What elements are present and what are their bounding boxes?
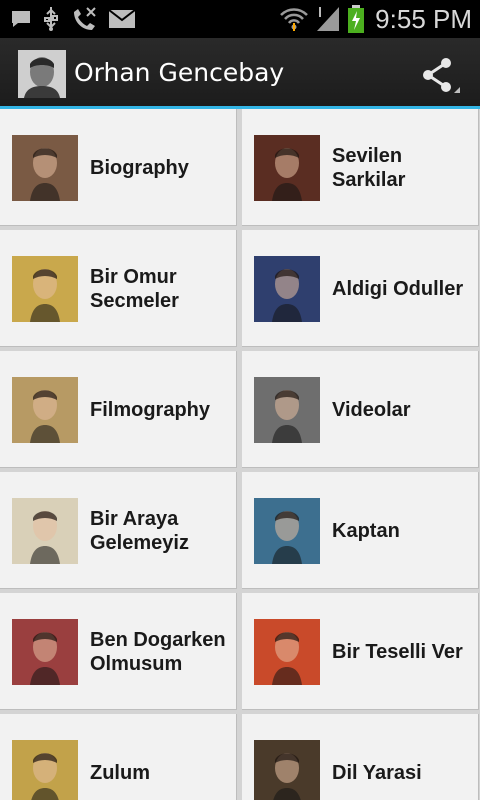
- missed-call-icon: [70, 6, 98, 32]
- tile-thumbnail: [254, 256, 320, 322]
- menu-tile[interactable]: Dil Yarasi: [242, 714, 479, 800]
- tile-label: Bir Araya Gelemeyiz: [90, 507, 189, 554]
- action-bar: Orhan Gencebay: [0, 38, 480, 109]
- menu-tile[interactable]: Aldigi Oduller: [242, 230, 479, 347]
- clock-time: 9:55 PM: [375, 3, 472, 34]
- tile-label: Dil Yarasi: [332, 761, 422, 784]
- menu-tile[interactable]: Videolar: [242, 351, 479, 468]
- tile-thumbnail: [254, 498, 320, 564]
- menu-tile[interactable]: Kaptan: [242, 472, 479, 589]
- menu-tile[interactable]: Zulum: [0, 714, 237, 800]
- signal-icon: [315, 5, 341, 33]
- menu-tile[interactable]: Bir Omur Secmeler: [0, 230, 237, 347]
- tile-label: Videolar: [332, 398, 411, 421]
- menu-tile[interactable]: Sevilen Sarkilar: [242, 109, 479, 226]
- menu-tile[interactable]: Bir Teselli Ver: [242, 593, 479, 710]
- tile-thumbnail: [254, 619, 320, 685]
- tile-thumbnail: [12, 498, 78, 564]
- tile-thumbnail: [254, 740, 320, 800]
- menu-tile[interactable]: Filmography: [0, 351, 237, 468]
- tile-thumbnail: [12, 135, 78, 201]
- mail-icon: [108, 8, 136, 30]
- tile-label: Sevilen Sarkilar: [332, 144, 406, 191]
- tile-thumbnail: [254, 135, 320, 201]
- menu-tile[interactable]: Ben Dogarken Olmusum: [0, 593, 237, 710]
- menu-tile[interactable]: Biography: [0, 109, 237, 226]
- tile-label: Zulum: [90, 761, 150, 784]
- tile-thumbnail: [12, 256, 78, 322]
- menu-grid: Biography Sevilen Sarkilar Bir Omur Secmel…: [0, 109, 480, 800]
- battery-charging-icon: [347, 4, 365, 34]
- usb-icon: [42, 6, 60, 32]
- tile-label: Kaptan: [332, 519, 400, 542]
- tile-label: Filmography: [90, 398, 211, 421]
- tile-label: Bir Omur Secmeler: [90, 265, 179, 312]
- message-icon: [10, 8, 32, 30]
- app-title: Orhan Gencebay: [74, 58, 285, 87]
- app-icon[interactable]: [18, 50, 66, 98]
- share-icon: [418, 58, 462, 101]
- tile-label: Aldigi Oduller: [332, 277, 464, 300]
- tile-thumbnail: [12, 619, 78, 685]
- tile-thumbnail: [12, 377, 78, 443]
- wifi-icon: [279, 5, 309, 33]
- share-button[interactable]: [418, 53, 462, 97]
- tile-label: Ben Dogarken Olmusum: [90, 628, 226, 675]
- tile-thumbnail: [12, 740, 78, 800]
- notification-icons: [10, 4, 136, 34]
- tile-thumbnail: [254, 377, 320, 443]
- tile-label: Biography: [90, 156, 189, 179]
- menu-tile[interactable]: Bir Araya Gelemeyiz: [0, 472, 237, 589]
- status-bar: 9:55 PM: [0, 0, 480, 38]
- tile-label: Bir Teselli Ver: [332, 640, 463, 663]
